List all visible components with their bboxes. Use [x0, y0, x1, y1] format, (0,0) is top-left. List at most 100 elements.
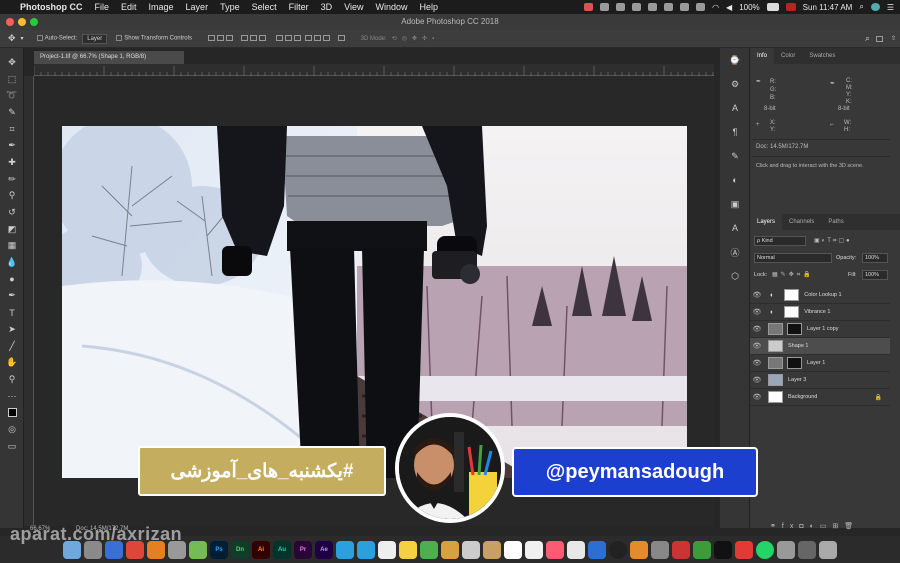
eye-icon[interactable]: 👁: [750, 291, 764, 299]
layer-name[interactable]: Layer 1 copy: [807, 326, 839, 332]
distribute-bottom-icon[interactable]: [294, 35, 302, 42]
new-layer-icon[interactable]: ⊞: [832, 523, 844, 530]
tray-icon[interactable]: [680, 3, 690, 11]
layer-name[interactable]: Layer 1: [807, 360, 825, 366]
preview-icon[interactable]: [651, 540, 669, 559]
glyphs-icon[interactable]: Ⓐ: [720, 240, 750, 264]
menu-view[interactable]: View: [338, 2, 369, 12]
eraser-tool-icon[interactable]: ◩: [0, 221, 24, 238]
app-icon[interactable]: [693, 540, 711, 559]
distribute-hcenter-icon[interactable]: [313, 35, 321, 42]
telegram-icon[interactable]: [357, 540, 375, 559]
align-top-icon[interactable]: [207, 35, 215, 42]
menu-type[interactable]: Type: [214, 2, 246, 12]
fx-icon[interactable]: fx: [782, 523, 799, 530]
app-icon[interactable]: [462, 540, 480, 559]
music-icon[interactable]: [546, 540, 564, 559]
eye-icon[interactable]: 👁: [750, 359, 764, 367]
app-icon[interactable]: [189, 540, 207, 559]
layer-name[interactable]: Vibrance 1: [804, 309, 830, 315]
add-mask-icon[interactable]: ◘: [799, 523, 809, 530]
layer-name[interactable]: Shape 1: [788, 343, 809, 349]
photoshop-icon[interactable]: Ps: [210, 540, 228, 559]
clone-stamp-tool-icon[interactable]: ⚲: [0, 188, 24, 205]
properties-panel-icon[interactable]: ⚙: [720, 72, 750, 96]
zoom-tool-icon[interactable]: ⚲: [0, 371, 24, 388]
document-canvas-image[interactable]: [62, 126, 687, 478]
clock[interactable]: Sun 11:47 AM: [803, 3, 853, 12]
eye-icon[interactable]: 👁: [750, 308, 764, 316]
new-group-icon[interactable]: ▭: [820, 523, 833, 530]
layer-row[interactable]: 👁 ◐ Color Lookup 1: [750, 287, 890, 304]
layer-mask-thumbnail[interactable]: [784, 306, 800, 318]
trash-icon[interactable]: [819, 540, 837, 559]
brush-panel-icon[interactable]: ✎: [720, 144, 750, 168]
app-icon[interactable]: [630, 540, 648, 559]
eyedropper-icon[interactable]: ✒: [830, 80, 835, 87]
photos-icon[interactable]: [567, 540, 585, 559]
tray-icon[interactable]: [600, 3, 610, 11]
volume-icon[interactable]: ◀: [726, 3, 732, 12]
battery-icon[interactable]: [766, 3, 779, 11]
close-window-button[interactable]: [6, 18, 14, 26]
notes-icon[interactable]: [399, 540, 417, 559]
crop-tool-icon[interactable]: ⌗: [0, 121, 24, 138]
marquee-tool-icon[interactable]: ⬚: [0, 71, 24, 88]
gradient-tool-icon[interactable]: ▦: [0, 238, 24, 255]
3d-panel-icon[interactable]: ⬡: [720, 264, 750, 288]
align-left-icon[interactable]: [240, 35, 248, 42]
distribute-top-icon[interactable]: [276, 35, 284, 42]
move-tool-icon[interactable]: ✥: [8, 33, 16, 44]
eyedropper-tool-icon[interactable]: ✒: [0, 137, 24, 154]
zoom-window-button[interactable]: [30, 18, 38, 26]
menu-filter[interactable]: Filter: [283, 2, 315, 12]
layer-mask-thumbnail[interactable]: [784, 289, 800, 301]
menu-file[interactable]: File: [89, 2, 116, 12]
type-tool-icon[interactable]: T: [0, 304, 24, 321]
layer-thumbnail[interactable]: [768, 374, 783, 386]
calendar-icon[interactable]: [504, 540, 522, 559]
minimize-window-button[interactable]: [18, 18, 26, 26]
app-icon[interactable]: [777, 540, 795, 559]
tab-color[interactable]: Color: [774, 53, 802, 59]
layer-kind-filter[interactable]: ρ Kind: [754, 236, 806, 246]
more-tools-icon[interactable]: ⋯: [0, 388, 24, 405]
tab-info[interactable]: Info: [750, 48, 775, 64]
menu-select[interactable]: Select: [246, 2, 283, 12]
dodge-tool-icon[interactable]: ●: [0, 271, 24, 288]
distribute-vcenter-icon[interactable]: [285, 35, 293, 42]
app-icon[interactable]: [441, 540, 459, 559]
layer-name[interactable]: Layer 3: [788, 377, 806, 383]
menu-edit[interactable]: Edit: [115, 2, 143, 12]
healing-brush-tool-icon[interactable]: ✚: [0, 154, 24, 171]
tray-icon[interactable]: [584, 3, 594, 11]
workspace-icon[interactable]: [876, 35, 883, 42]
wifi-icon[interactable]: ◠: [712, 3, 719, 12]
blend-mode-dropdown[interactable]: Normal: [754, 253, 832, 263]
quick-select-tool-icon[interactable]: ✎: [0, 104, 24, 121]
show-transform-checkbox[interactable]: Show Transform Controls: [116, 35, 192, 42]
flag-icon[interactable]: [785, 3, 796, 11]
app-icon[interactable]: [609, 540, 627, 559]
blur-tool-icon[interactable]: 💧: [0, 254, 24, 271]
layer-thumbnail[interactable]: [768, 357, 783, 369]
tab-swatches[interactable]: Swatches: [802, 53, 842, 59]
terminal-icon[interactable]: [714, 540, 732, 559]
history-brush-tool-icon[interactable]: ↺: [0, 204, 24, 221]
app-menu[interactable]: Photoshop CC: [14, 2, 89, 12]
notification-center-icon[interactable]: ☰: [887, 3, 894, 12]
layer-filter-icons[interactable]: ▣◐T⌗▢●: [814, 237, 852, 245]
color-swatches-icon[interactable]: [0, 404, 24, 421]
layer-row[interactable]: 👁 Layer 1 copy: [750, 321, 890, 338]
paragraph-panel-icon[interactable]: ¶: [720, 120, 750, 144]
vertical-ruler[interactable]: [24, 76, 34, 526]
3d-scale-icon[interactable]: ▪: [432, 36, 434, 42]
menu-layer[interactable]: Layer: [180, 2, 215, 12]
telegram-icon[interactable]: [336, 540, 354, 559]
link-layers-icon[interactable]: ⚭: [770, 523, 782, 530]
auto-select-checkbox[interactable]: Auto-Select:: [36, 35, 77, 42]
character-styles-icon[interactable]: A: [720, 216, 750, 240]
align-right-icon[interactable]: [258, 35, 266, 42]
screen-mode-icon[interactable]: ▭: [0, 438, 24, 455]
dimension-icon[interactable]: Dn: [231, 540, 249, 559]
